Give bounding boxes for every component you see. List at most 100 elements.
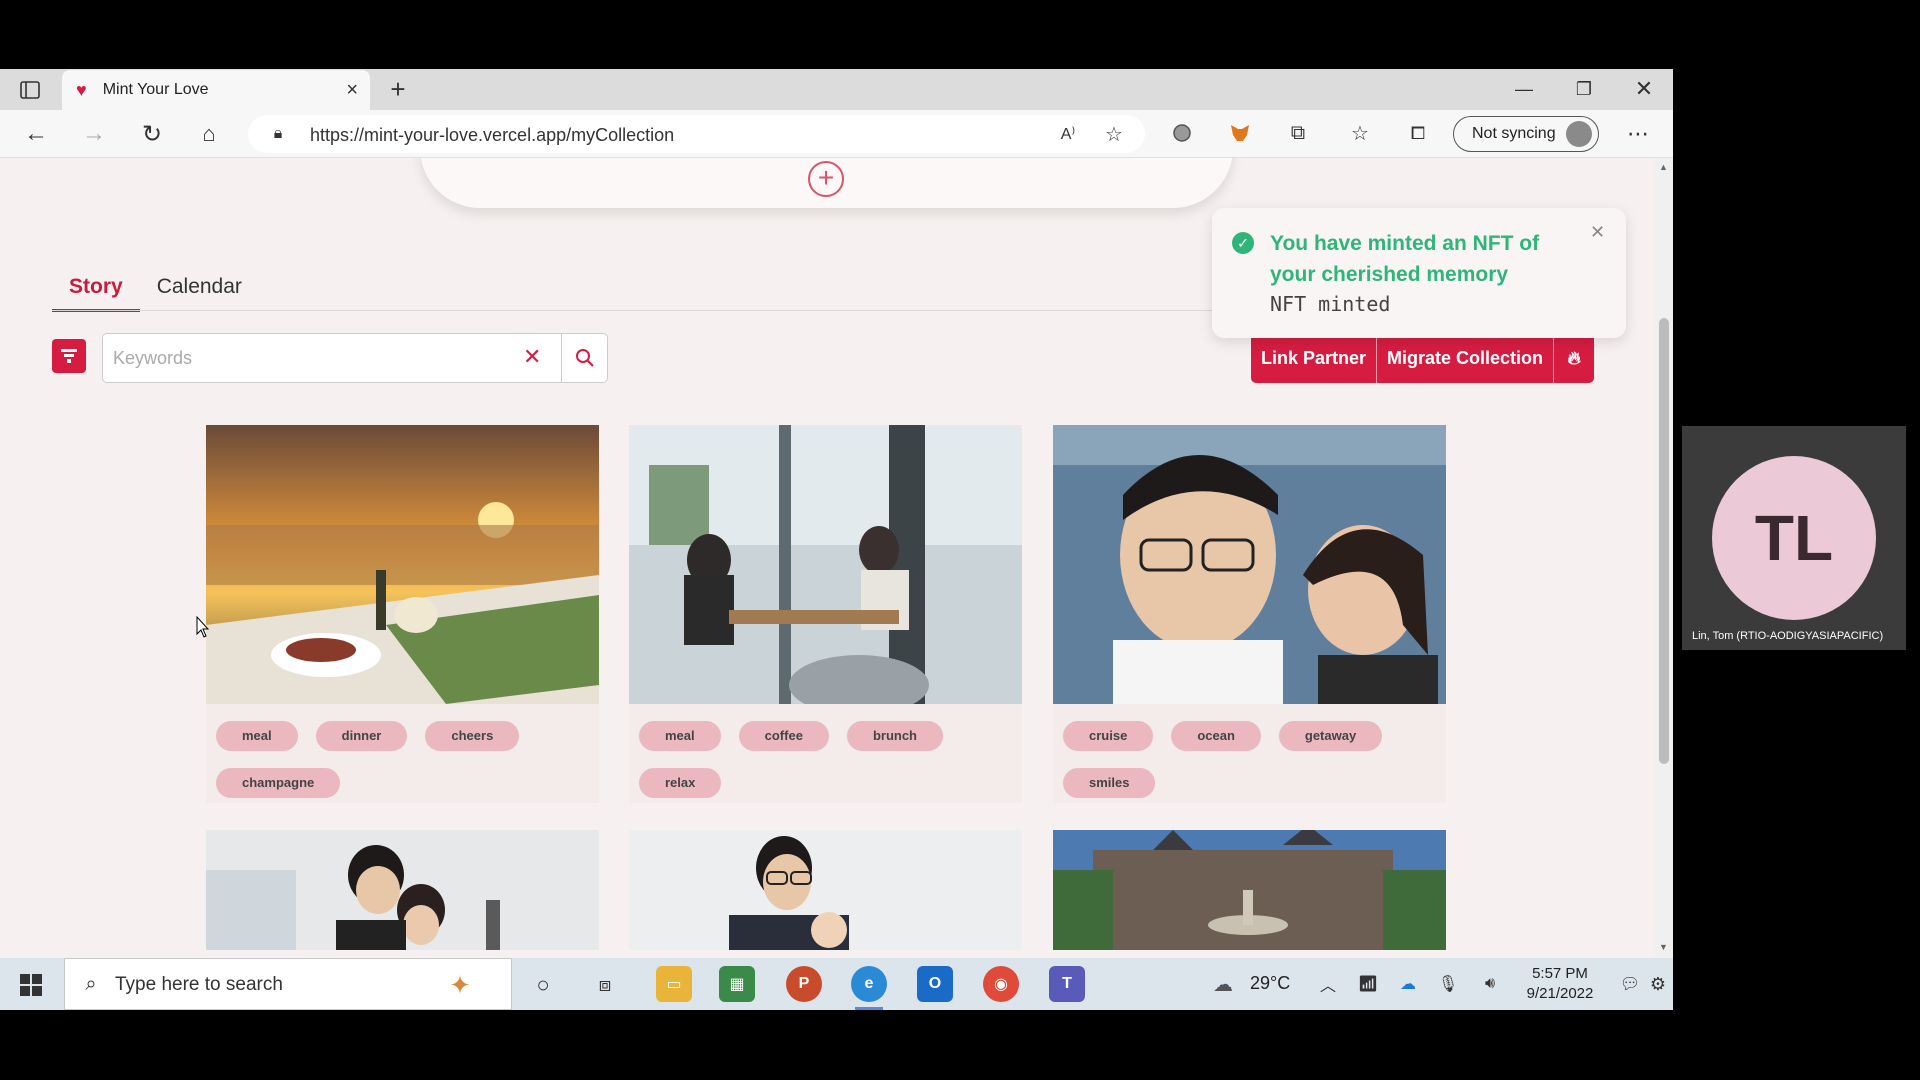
mouse-cursor-icon: [196, 616, 210, 638]
add-memory-icon[interactable]: +: [808, 161, 844, 197]
tab-calendar[interactable]: Calendar: [140, 268, 259, 312]
tag[interactable]: cruise: [1063, 721, 1154, 751]
tag[interactable]: ocean: [1171, 721, 1261, 751]
extension-circle-icon[interactable]: [1170, 121, 1194, 145]
toast-subtitle: NFT minted: [1270, 292, 1391, 316]
tag[interactable]: cheers: [425, 721, 520, 751]
tag[interactable]: champagne: [216, 768, 341, 798]
page-scrollbar[interactable]: ▲ ▼: [1655, 158, 1673, 958]
more-menu-icon[interactable]: ⋯: [1624, 120, 1652, 148]
taskbar-clock[interactable]: 5:57 PM 9/21/2022: [1510, 964, 1610, 1004]
memory-photo-castle[interactable]: [1053, 830, 1446, 950]
extensions-puzzle-icon[interactable]: ⧉: [1286, 121, 1310, 145]
forward-icon[interactable]: →: [80, 120, 108, 148]
metamask-fox-icon[interactable]: [1228, 121, 1252, 145]
tag[interactable]: getaway: [1278, 721, 1383, 751]
participant-avatar: TL: [1712, 456, 1876, 620]
burn-flame-icon[interactable]: 🔥︎: [1554, 333, 1595, 383]
taskbar-search[interactable]: ⌕ Type here to search ✦: [64, 958, 512, 1010]
close-window-icon[interactable]: ✕: [1630, 76, 1658, 101]
network-icon[interactable]: 📶︎: [1356, 972, 1380, 996]
memory-photo-family[interactable]: [629, 830, 1022, 950]
cortana-icon[interactable]: ○: [530, 972, 556, 998]
profile-sync-button[interactable]: Not syncing: [1453, 116, 1599, 152]
toast-close-icon[interactable]: ✕: [1590, 222, 1605, 243]
onedrive-icon[interactable]: ☁: [1396, 972, 1420, 996]
favorites-icon[interactable]: ☆: [1348, 121, 1372, 145]
memory-card[interactable]: meal dinner cheers champagne: [206, 425, 599, 803]
back-icon[interactable]: ←: [22, 120, 50, 148]
teams-icon[interactable]: T: [1049, 966, 1085, 1002]
outlook-icon[interactable]: O: [917, 966, 953, 1002]
windows-start-icon[interactable]: [18, 972, 44, 998]
new-tab-icon[interactable]: +: [384, 74, 412, 104]
tab-bar: ♥ Mint Your Love × + — ❐ ✕: [0, 69, 1673, 110]
clock-time: 5:57 PM: [1532, 965, 1588, 982]
memory-photo-cafe[interactable]: [629, 425, 1022, 704]
memory-photo-sunset-dinner[interactable]: [206, 425, 599, 704]
page-content: + Story Calendar ✕ Link Partner Migrate …: [0, 158, 1655, 958]
link-partner-button[interactable]: Link Partner: [1251, 333, 1378, 383]
home-icon[interactable]: ⌂: [195, 120, 223, 148]
tag-list: meal dinner cheers champagne: [216, 721, 596, 798]
tab-actions-icon[interactable]: [18, 79, 42, 101]
screen: ♥ Mint Your Love × + — ❐ ✕ ← → ↻ ⌂ 🔒︎ ht…: [0, 0, 1920, 1080]
collections-icon[interactable]: ⧠: [1406, 121, 1430, 145]
video-call-tile: TL Lin, Tom (RTIO-AODIGYASIAPACIFIC): [1682, 426, 1906, 650]
scroll-up-icon[interactable]: ▲: [1659, 162, 1668, 172]
weather-temp[interactable]: 29°C: [1250, 973, 1290, 994]
settings-gear-icon[interactable]: ⚙: [1646, 972, 1670, 996]
memory-card[interactable]: meal coffee brunch relax: [629, 425, 1022, 803]
migrate-collection-button[interactable]: Migrate Collection: [1377, 333, 1555, 383]
filter-icon[interactable]: [52, 339, 86, 373]
scrollbar-thumb[interactable]: [1659, 318, 1669, 764]
spreadsheet-app-icon[interactable]: ▦: [719, 966, 755, 1002]
weather-cloud-icon[interactable]: ☁: [1208, 972, 1238, 996]
read-aloud-icon[interactable]: A⁾: [1056, 123, 1080, 145]
microphone-icon[interactable]: 🎙︎: [1438, 972, 1458, 996]
tag[interactable]: meal: [639, 721, 721, 751]
powerpoint-icon[interactable]: P: [786, 966, 822, 1002]
refresh-icon[interactable]: ↻: [138, 120, 166, 148]
favorite-add-icon[interactable]: ☆: [1102, 122, 1126, 146]
clear-search-icon[interactable]: ✕: [523, 344, 541, 370]
toast-title: You have minted an NFT of your cherished…: [1270, 232, 1540, 286]
memory-photo-sea-selfie[interactable]: [1053, 425, 1446, 704]
address-bar: ← → ↻ ⌂ 🔒︎ https://mint-your-love.vercel…: [0, 110, 1673, 158]
search-icon: ⌕: [85, 972, 97, 995]
tabs-divider: [52, 310, 1212, 311]
tag[interactable]: coffee: [738, 721, 829, 751]
scroll-down-icon[interactable]: ▼: [1659, 942, 1668, 952]
memory-photo-wedding[interactable]: [206, 830, 599, 950]
volume-icon[interactable]: 🔊︎: [1478, 972, 1502, 996]
tag[interactable]: meal: [216, 721, 298, 751]
edge-browser-icon[interactable]: e: [851, 966, 887, 1010]
close-tab-icon[interactable]: ×: [346, 79, 358, 102]
check-circle-icon: ✓: [1232, 232, 1254, 254]
tag[interactable]: smiles: [1063, 768, 1156, 798]
task-view-icon[interactable]: ⧈: [592, 972, 618, 998]
lock-icon[interactable]: 🔒︎: [268, 124, 288, 144]
tag[interactable]: relax: [639, 768, 722, 798]
tab-story[interactable]: Story: [52, 268, 140, 312]
tab-title: Mint Your Love: [102, 81, 209, 98]
taskbar-search-text: Type here to search: [115, 974, 283, 995]
profile-avatar-icon: [1566, 121, 1592, 147]
chevron-up-icon[interactable]: ︿: [1318, 972, 1338, 996]
search-input[interactable]: [113, 344, 513, 372]
minimize-icon[interactable]: —: [1510, 77, 1538, 101]
browser-tab[interactable]: ♥ Mint Your Love ×: [62, 70, 370, 110]
search-box: ✕: [102, 333, 608, 383]
url-field[interactable]: 🔒︎ https://mint-your-love.vercel.app/myC…: [248, 115, 1145, 153]
file-explorer-icon[interactable]: ▭: [656, 966, 692, 1002]
restore-icon[interactable]: ❐: [1570, 77, 1598, 101]
url-text: https://mint-your-love.vercel.app/myColl…: [310, 125, 675, 145]
search-icon[interactable]: [561, 334, 608, 382]
tag[interactable]: brunch: [846, 721, 943, 751]
browser-window: ♥ Mint Your Love × + — ❐ ✕ ← → ↻ ⌂ 🔒︎ ht…: [0, 69, 1673, 958]
tag[interactable]: dinner: [315, 721, 408, 751]
chrome-icon[interactable]: ◉: [983, 966, 1019, 1002]
notification-icon[interactable]: 💬︎: [1618, 972, 1642, 996]
memory-card[interactable]: cruise ocean getaway smiles: [1053, 425, 1446, 803]
toast-notification: ✓ You have minted an NFT of your cherish…: [1212, 208, 1626, 338]
